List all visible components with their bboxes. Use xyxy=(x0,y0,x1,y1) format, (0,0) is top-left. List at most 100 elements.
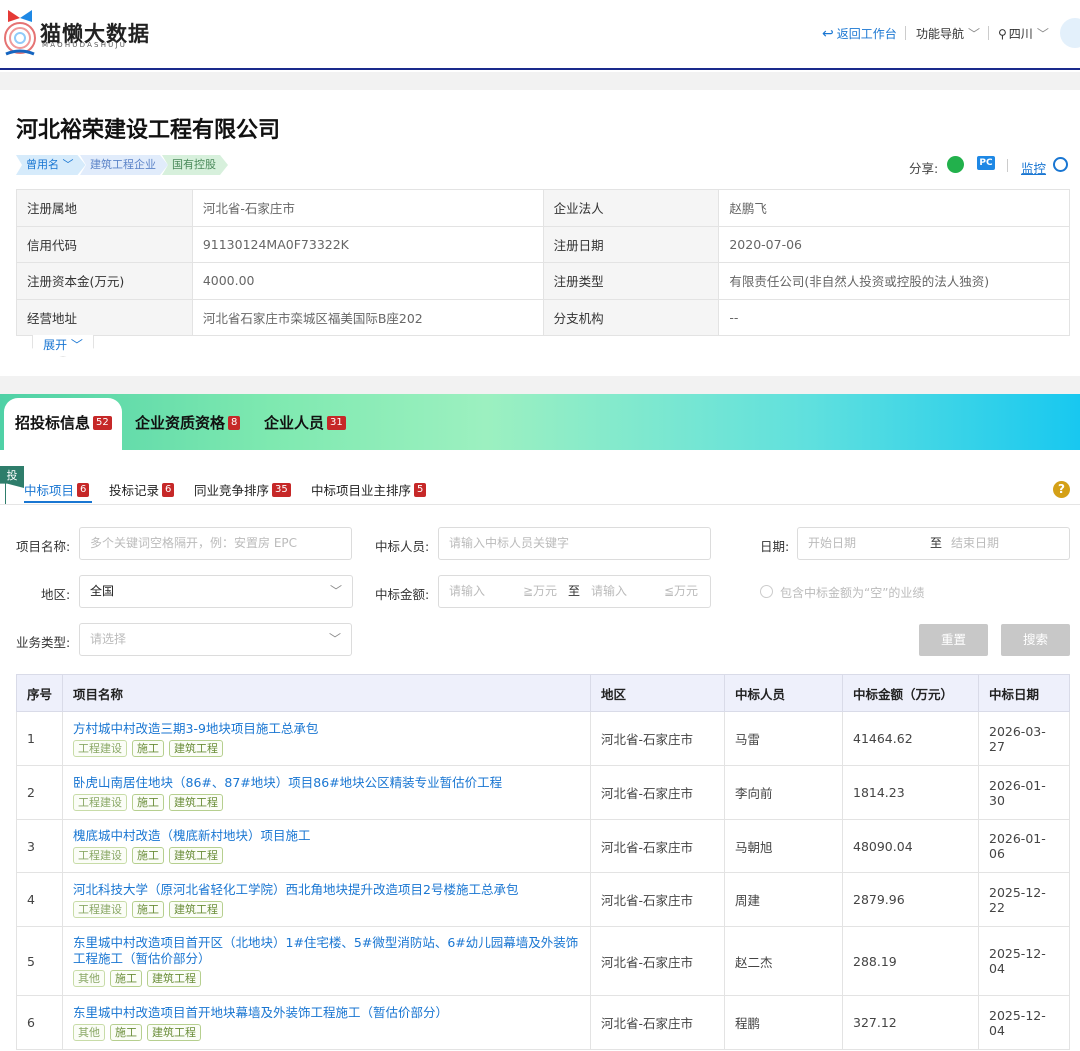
col-header: 地区 xyxy=(590,674,725,712)
spacer xyxy=(0,72,1080,90)
region-cell: 河北省-石家庄市 xyxy=(590,765,725,820)
winner-input[interactable]: 请输入中标人员关键字 xyxy=(438,527,711,560)
project-title-link[interactable]: 槐底城中村改造（槐底新村地块）项目施工 xyxy=(73,828,580,844)
project-title-link[interactable]: 卧虎山南居住地块（86#、87#地块）项目86#地块公区精装专业暂估价工程 xyxy=(73,775,580,791)
table-row: 3 槐底城中村改造（槐底新村地块）项目施工 工程建设 施工 建筑工程 河北省-石家庄… xyxy=(16,819,1070,873)
row-number: 3 xyxy=(16,819,63,873)
person-link[interactable]: 李向前 xyxy=(724,765,843,820)
person-link[interactable]: 程鹏 xyxy=(724,995,843,1050)
amount-cell: 41464.62 xyxy=(842,711,979,766)
include-empty-radio[interactable] xyxy=(760,585,773,598)
divider xyxy=(905,26,906,40)
share-label: 分享: xyxy=(909,161,939,176)
former-name-tag[interactable]: 曾用名 ﹀ xyxy=(16,155,86,175)
project-cell: 东里城中村改造项目首开区（北地块）1#住宅楼、5#微型消防站、6#幼儿园幕墙及外… xyxy=(62,926,591,996)
col-header: 中标日期 xyxy=(978,674,1070,712)
date-cell: 2026-03-27 xyxy=(978,711,1070,766)
project-name-input[interactable]: 多个关键词空格隔开，例：安置房 EPC xyxy=(79,527,352,560)
tab-label: 企业资质资格 xyxy=(135,414,226,432)
region-selector[interactable]: ⚲ 四川 ﹀ xyxy=(998,25,1049,42)
info-row: 信用代码 91130124MA0F73322K 注册日期 2020-07-06 xyxy=(16,225,1070,263)
subtab-winning-projects[interactable]: 中标项目 6 xyxy=(24,480,90,499)
amount-cell: 327.12 xyxy=(842,995,979,1050)
info-value: 91130124MA0F73322K xyxy=(191,225,544,263)
subtab-owner-ranking[interactable]: 中标项目业主排序 5 xyxy=(311,480,427,499)
info-key: 分支机构 xyxy=(542,298,720,336)
project-title-link[interactable]: 东里城中村改造项目首开区（北地块）1#住宅楼、5#微型消防站、6#幼儿园幕墙及外… xyxy=(73,935,580,967)
project-title-link[interactable]: 方村城中村改造三期3-9地块项目施工总承包 xyxy=(73,721,580,737)
count-badge: 31 xyxy=(327,415,346,430)
region-cell: 河北省-石家庄市 xyxy=(590,872,725,927)
avatar[interactable] xyxy=(1060,18,1080,48)
monitor-link[interactable]: 监控 xyxy=(1021,158,1046,177)
person-link[interactable]: 马雷 xyxy=(724,711,843,766)
biz-type-label: 业务类型: xyxy=(16,635,71,650)
expand-button[interactable]: 展开 ﹀ xyxy=(32,335,94,357)
region-cell: 河北省-石家庄市 xyxy=(590,711,725,766)
tag-label: 国有控股 xyxy=(172,158,216,171)
date-cell: 2025-12-04 xyxy=(978,995,1070,1050)
table-row: 1 方村城中村改造三期3-9地块项目施工总承包 工程建设 施工 建筑工程 河北省-石… xyxy=(16,711,1070,766)
table-row: 5 东里城中村改造项目首开区（北地块）1#住宅楼、5#微型消防站、6#幼儿园幕墙… xyxy=(16,926,1070,996)
info-key: 经营地址 xyxy=(16,298,193,336)
tab-qualifications[interactable]: 企业资质资格 8 xyxy=(135,412,241,433)
biz-type-select[interactable]: 请选择 ﹀ xyxy=(79,623,352,656)
subtab-bid-records[interactable]: 投标记录 6 xyxy=(109,480,175,499)
winner-label: 中标人员: xyxy=(375,539,430,554)
amount-cell: 48090.04 xyxy=(842,819,979,873)
tab-label: 企业人员 xyxy=(264,414,325,432)
region-filter-label: 地区: xyxy=(41,587,71,602)
project-cell: 东里城中村改造项目首开地块幕墙及外装饰工程施工（暂估价部分） 其他 施工 建筑工程 xyxy=(62,995,591,1050)
amount-range-input[interactable]: 请输入 ≧万元 至 请输入 ≦万元 xyxy=(438,575,711,608)
project-title-link[interactable]: 河北科技大学（原河北省轻化工学院）西北角地块提升改造项目2号楼施工总承包 xyxy=(73,882,580,898)
flag-icon: 投 xyxy=(0,466,24,488)
divider xyxy=(1007,159,1008,172)
date-cell: 2025-12-04 xyxy=(978,926,1070,996)
active-subtab-underline xyxy=(24,501,92,503)
region-select[interactable]: 全国 ﹀ xyxy=(79,575,353,608)
amount-max-input[interactable]: 请输入 xyxy=(591,576,627,607)
count-badge: 35 xyxy=(272,482,291,497)
row-number: 2 xyxy=(16,765,63,820)
search-button[interactable]: 搜索 xyxy=(1001,624,1070,656)
date-range-picker[interactable]: 开始日期 至 结束日期 xyxy=(797,527,1070,560)
subtab-label: 投标记录 xyxy=(109,483,160,498)
amount-min-input[interactable]: 请输入 xyxy=(449,584,485,598)
company-info-table: 注册属地 河北省-石家庄市 企业法人 赵鹏飞 信用代码 91130124MA0F… xyxy=(16,189,1070,336)
info-value: 赵鹏飞 xyxy=(718,189,1070,227)
subtab-label: 中标项目业主排序 xyxy=(311,483,412,498)
amount-cell: 2879.96 xyxy=(842,872,979,927)
back-to-workbench-link[interactable]: ↩ 返回工作台 xyxy=(822,25,897,42)
reset-button[interactable]: 重置 xyxy=(919,624,988,656)
tab-bidding-info[interactable]: 招投标信息 52 xyxy=(15,412,112,433)
category-tag: 其他 xyxy=(73,1023,105,1041)
date-start[interactable]: 开始日期 xyxy=(808,536,856,550)
project-title-link[interactable]: 东里城中村改造项目首开地块幕墙及外装饰工程施工（暂估价部分） xyxy=(73,1005,580,1021)
person-link[interactable]: 赵二杰 xyxy=(724,926,843,996)
industry-tag: 建筑工程企业 xyxy=(80,155,168,175)
date-end[interactable]: 结束日期 xyxy=(951,528,999,559)
subtab-competitor-ranking[interactable]: 同业竞争排序 35 xyxy=(194,480,291,499)
back-label: 返回工作台 xyxy=(836,27,897,41)
monitor-icon[interactable] xyxy=(1053,157,1068,172)
person-link[interactable]: 马朝旭 xyxy=(724,819,843,873)
table-row: 6 东里城中村改造项目首开地块幕墙及外装饰工程施工（暂估价部分） 其他 施工 建筑工… xyxy=(16,995,1070,1050)
amount-cell: 1814.23 xyxy=(842,765,979,820)
person-link[interactable]: 周建 xyxy=(724,872,843,927)
wechat-icon[interactable] xyxy=(947,156,964,173)
category-tag: 施工 xyxy=(110,970,142,987)
pc-icon[interactable]: PC xyxy=(977,156,995,170)
function-nav-label: 功能导航 xyxy=(916,27,965,41)
help-icon[interactable]: ? xyxy=(1053,481,1070,498)
date-cell: 2026-01-30 xyxy=(978,765,1070,820)
row-number: 1 xyxy=(16,711,63,766)
divider xyxy=(988,26,989,40)
tag-label: 建筑工程企业 xyxy=(90,158,156,171)
category-tag: 施工 xyxy=(132,900,164,918)
table-header-row: 序号 项目名称 地区 中标人员 中标金额（万元） 中标日期 xyxy=(16,674,1070,712)
project-name-label: 项目名称: xyxy=(16,539,71,554)
tab-personnel[interactable]: 企业人员 31 xyxy=(264,412,346,433)
amount-min-unit: ≧万元 xyxy=(523,584,558,598)
function-nav-dropdown[interactable]: 功能导航 ﹀ xyxy=(916,25,980,42)
category-tag: 工程建设 xyxy=(73,847,127,864)
